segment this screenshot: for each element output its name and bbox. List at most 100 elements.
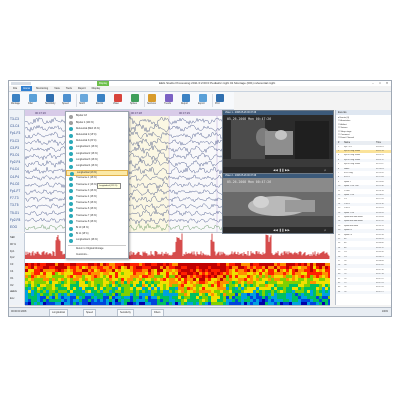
event-row[interactable]: 31 T4 00:47:22 [336, 278, 391, 282]
menu-item-montage[interactable]: Longitudinal 1 (28 %) [66, 238, 128, 244]
ribbon-montage-icon[interactable] [12, 94, 20, 102]
ribbon-spikes-icon[interactable] [131, 94, 139, 102]
status-tab[interactable]: Speed [83, 308, 96, 316]
event-tree-item[interactable]: ☐ Event Channel [338, 137, 354, 139]
event-row[interactable]: 10 Spike 1 Tbl 1 tbl 00:21:30 [336, 185, 391, 189]
channel-label[interactable]: Fp2-F4 [10, 160, 20, 164]
event-tree-item[interactable]: ☐ Artifact [338, 124, 347, 126]
close-icon[interactable]: ✕ [385, 81, 389, 85]
volume-icon[interactable]: ♫ [323, 168, 327, 172]
ribbon-report-icon[interactable] [182, 94, 190, 102]
fast-forward-icon[interactable]: ▶▶ [285, 228, 290, 232]
event-row[interactable]: 16 Spike 1 Tbl 00:33:26 [336, 211, 391, 215]
event-row[interactable]: 14 C3-P3 00:29:10 [336, 202, 391, 207]
event-row[interactable]: 15 C3-P3 00:31:41 [336, 207, 391, 211]
channel-label[interactable]: T3-C3 [10, 117, 19, 121]
ribbon-export-icon[interactable] [199, 94, 207, 102]
channel-label[interactable]: F3-C3 [10, 139, 19, 143]
status-tab[interactable]: Sensitivity [117, 308, 134, 316]
event-row[interactable]: 11 C3 etc 00:24:18 [336, 190, 391, 194]
ribbon-notch-icon[interactable] [80, 94, 88, 102]
event-row[interactable]: 19 Spike and wave 00:39:15 [336, 225, 391, 229]
event-row[interactable]: 6 Notes 00:14:03 [336, 167, 391, 171]
pause-icon[interactable]: ❚❚ [279, 168, 284, 172]
rewind-icon[interactable]: ◀◀ [273, 228, 278, 232]
event-row[interactable]: 12 Spike 1 Tbl 00:26:02 [336, 193, 391, 198]
channel-label[interactable]: Fp1-F7 [10, 189, 20, 193]
channel-label[interactable]: P3-O1 [10, 153, 19, 157]
event-row[interactable]: 5 Fp1-F3 Stg. onset 00:11:47 [336, 163, 391, 167]
ribbon-seizures-icon[interactable] [148, 94, 156, 102]
event-row[interactable]: 26 O1 00:46:21 [336, 255, 391, 259]
tab-view[interactable]: View [52, 86, 62, 91]
ribbon-trends-icon[interactable] [165, 94, 173, 102]
event-row[interactable]: 28 O2 00:47:02 [336, 264, 391, 268]
pause-icon[interactable]: ❚❚ [279, 228, 284, 232]
event-tree-item[interactable]: ☐ Annotation [338, 120, 350, 122]
tab-report[interactable]: Report [76, 86, 88, 91]
channel-label[interactable]: Fp2-F8 [10, 218, 20, 222]
event-row[interactable]: 29 T3 00:47:10 [336, 269, 391, 273]
event-row[interactable]: 27 O2 00:46:48 [336, 260, 391, 264]
event-row[interactable]: 2 Fp1-F3 Stg. onset 00:02:14 [336, 149, 391, 154]
channel-label[interactable]: C3-P3 [10, 146, 19, 150]
event-tree-item[interactable]: ☐ Seizure [338, 127, 348, 129]
event-row[interactable]: 4 Fp1-F3 Stg. onset 00:09:12 [336, 158, 391, 163]
ribbon-filter-icon[interactable] [29, 94, 37, 102]
event-row[interactable]: 32 T5 00:47:24 [336, 281, 391, 286]
event-row[interactable]: 1 Fp1 - F3 00:00:01 [336, 146, 391, 150]
tab-display[interactable]: Display [90, 86, 103, 91]
channel-label[interactable]: T5-O1 [10, 211, 19, 215]
event-row[interactable]: 13 C3 00:27:55 [336, 198, 391, 202]
event-row[interactable]: 25 O1 00:45:50 [336, 251, 391, 255]
ribbon-speed-icon[interactable] [63, 94, 71, 102]
channel-label[interactable]: Fp1-F3 [10, 131, 20, 135]
event-tree-item[interactable]: ☐ Sleep stage [338, 131, 351, 133]
video-panel-1[interactable]: Video 1 - 2008-05-26 00:47:26 05-26-2008… [222, 110, 334, 174]
quick-access-toolbar[interactable] [11, 82, 31, 85]
event-row[interactable]: 24 F4 00:45:12 [336, 246, 391, 251]
event-row[interactable]: 30 T4 00:47:18 [336, 273, 391, 277]
event-row[interactable]: 7 F3-C3 stg 00:15:20 [336, 172, 391, 176]
channel-label[interactable]: F7-T3 [10, 196, 19, 200]
channel-label[interactable]: EOG [10, 225, 17, 229]
maximize-icon[interactable]: □ [378, 81, 382, 85]
status-tab[interactable]: Filters [151, 308, 164, 316]
video-panel-2[interactable]: Video 2 - 2008-05-26 00:47:26 05-26-2008… [222, 173, 334, 234]
tab-home[interactable]: Home [21, 86, 33, 91]
event-row[interactable]: 22 F4 00:43:59 [336, 237, 391, 242]
fast-forward-icon[interactable]: ▶▶ [285, 168, 290, 172]
event-row[interactable]: 23 F4 00:44:40 [336, 242, 391, 246]
volume-icon[interactable]: ♫ [323, 228, 327, 232]
event-row[interactable]: 17 Spike and slow wave 00:35:08 [336, 216, 391, 220]
event-tree-item[interactable]: ▾ Events (0) [338, 117, 349, 119]
events-column-header[interactable]: # [338, 141, 339, 145]
events-column-header[interactable]: Name [344, 141, 350, 145]
ribbon-video-icon[interactable] [114, 94, 122, 102]
event-row[interactable]: 20 Spike Fz 00:41:03 [336, 229, 391, 233]
event-row[interactable]: 18 Spike and slow wave 00:37:52 [336, 220, 391, 224]
events-column-header[interactable]: Time [376, 141, 381, 145]
event-row[interactable]: 21 Spike Cz 00:42:38 [336, 234, 391, 238]
channel-label[interactable]: P4-O2 [10, 182, 19, 186]
menu-item-footer[interactable]: Customize... [66, 253, 128, 259]
event-row[interactable]: 34 T6 00:47:27 [336, 290, 391, 295]
channel-label[interactable]: C3-C4 [10, 124, 19, 128]
event-row[interactable]: 3 Fp1-F3 Stg. onset 00:05:31 [336, 154, 391, 158]
tab-file[interactable]: File [11, 86, 19, 91]
channel-label[interactable]: T3-T5 [10, 203, 19, 207]
event-row[interactable]: 9 Spike 1 00:19:06 [336, 181, 391, 185]
channel-label[interactable]: F4-C4 [10, 167, 19, 171]
ribbon-events-icon[interactable] [97, 94, 105, 102]
rewind-icon[interactable]: ◀◀ [273, 168, 278, 172]
status-tab[interactable]: Longitudinal [49, 308, 68, 316]
ribbon-sensitivity-icon[interactable] [46, 94, 54, 102]
minimize-icon[interactable]: – [371, 81, 375, 85]
tab-monitoring[interactable]: Monitoring [34, 86, 50, 91]
channel-label[interactable]: C4-P4 [10, 175, 19, 179]
ribbon-print-icon[interactable] [216, 94, 224, 102]
event-row[interactable]: 33 T6 00:47:26 [336, 286, 391, 290]
tab-tools[interactable]: Tools [64, 86, 74, 91]
event-tree-item[interactable]: ☐ Comment [338, 134, 349, 136]
event-row[interactable]: 8 F3-C3 00:17:44 [336, 176, 391, 180]
